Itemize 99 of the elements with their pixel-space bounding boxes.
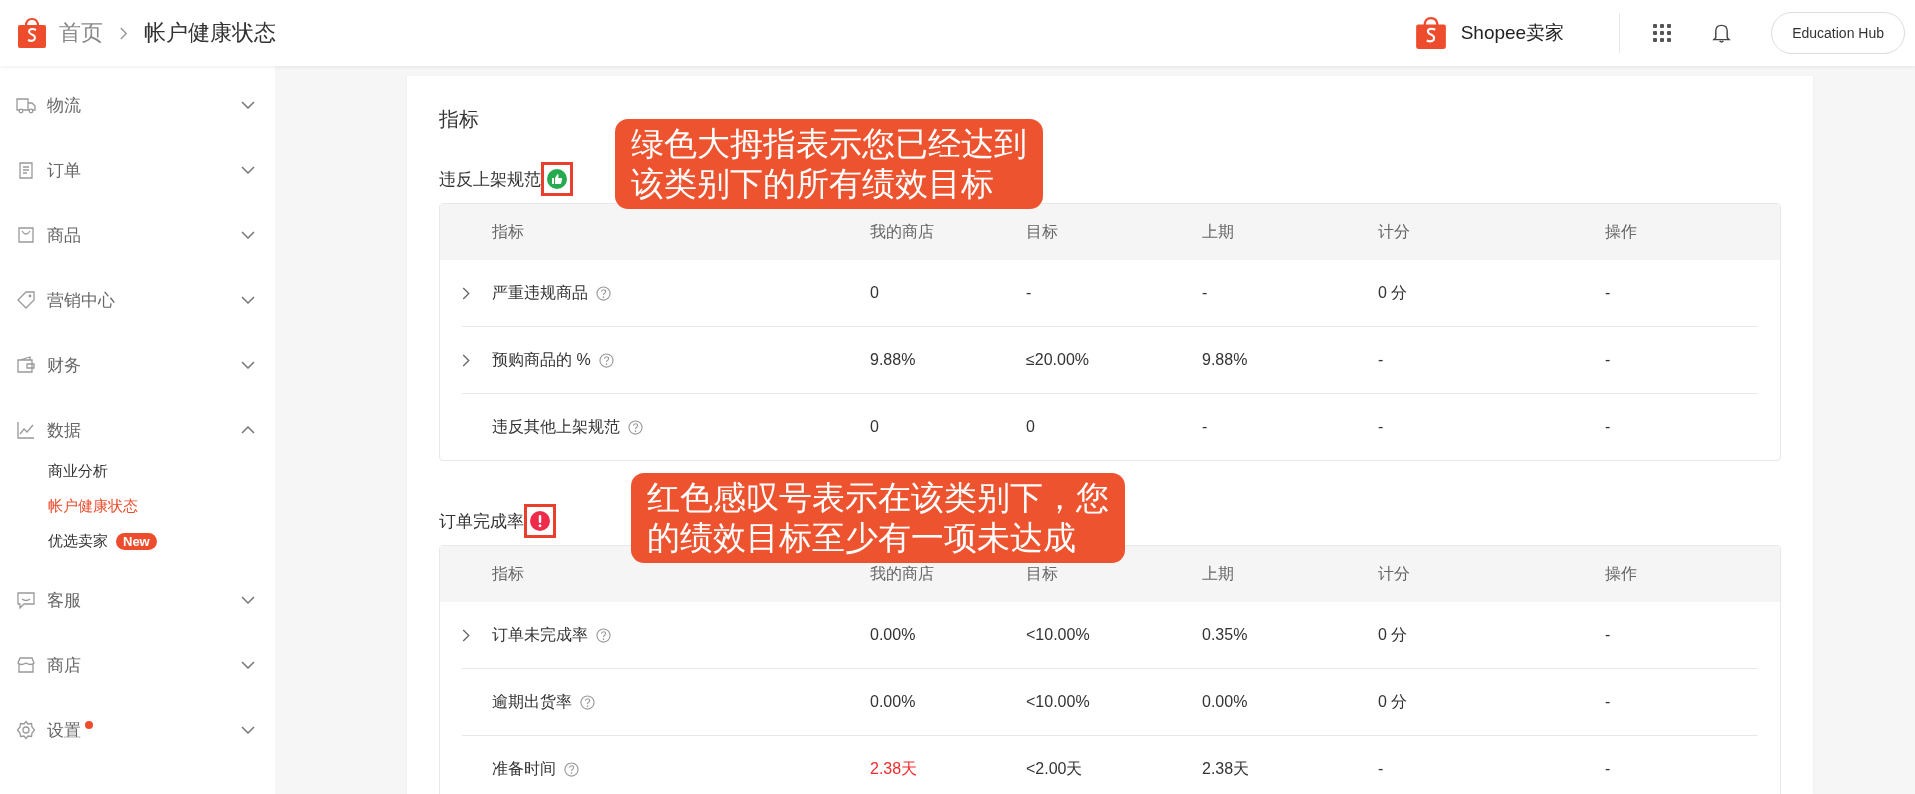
help-icon[interactable]: [596, 285, 611, 301]
table-cell-text: 0: [1026, 418, 1036, 436]
table-cell-text: -: [1202, 418, 1209, 436]
column-header: 上期: [1202, 221, 1235, 242]
table-cell-text: -: [1378, 760, 1385, 778]
sidebar-subitem[interactable]: 优选卖家: [48, 532, 108, 551]
table-cell-text: 订单未完成率: [492, 624, 588, 645]
table-cell-text: ≤20.00%: [1026, 351, 1091, 369]
table-cell-text: -: [1605, 418, 1612, 436]
brand-name: Shopee卖家: [1460, 21, 1565, 45]
table-cell-text: -: [1605, 351, 1612, 369]
sidebar-item[interactable]: 数据: [47, 418, 81, 442]
sidebar-item[interactable]: 财务: [47, 353, 81, 377]
chevron-down-icon[interactable]: [241, 361, 255, 369]
table-cell-text: 2.38天: [1202, 758, 1251, 779]
help-icon[interactable]: [580, 694, 595, 710]
chevron-down-icon[interactable]: [241, 296, 255, 304]
breadcrumb-link[interactable]: 首页: [59, 18, 103, 48]
table-cell-text: 9.88%: [1202, 351, 1249, 369]
table-cell-text: 0.00%: [1202, 693, 1249, 711]
help-icon[interactable]: [628, 419, 643, 435]
sidebar-item[interactable]: 商店: [47, 653, 81, 677]
column-header: 指标: [492, 563, 525, 584]
table-cell-text: <10.00%: [1026, 626, 1091, 644]
annotation-callout: 红色感叹号表示在该类别下，您 的绩效目标至少有一项未达成: [631, 473, 1125, 564]
column-header: 上期: [1202, 563, 1235, 584]
table-cell-text: 准备时间: [492, 758, 556, 779]
table-cell-text: 0.35%: [1202, 626, 1249, 644]
column-header: 计分: [1378, 563, 1411, 584]
chevron-down-icon[interactable]: [241, 231, 255, 239]
education-hub-button[interactable]: Education Hub: [1771, 12, 1905, 54]
table-cell-text: -: [1605, 693, 1612, 711]
sidebar-item[interactable]: 订单: [47, 158, 81, 182]
sidebar-item[interactable]: 营销中心: [47, 288, 115, 312]
table-cell-text: <10.00%: [1026, 693, 1091, 711]
shop-bag-logo-icon: [1414, 16, 1447, 50]
table-cell-text: 9.88%: [870, 351, 917, 369]
chevron-down-icon[interactable]: [241, 726, 255, 734]
tag-icon: [16, 290, 36, 310]
sidebar-item[interactable]: 设置: [47, 718, 81, 742]
column-header: 指标: [492, 221, 525, 242]
line-chart-icon: [16, 420, 36, 440]
table-cell-text: -: [1378, 418, 1385, 436]
column-header: 目标: [1026, 563, 1059, 584]
chat-icon: [16, 590, 36, 610]
chevron-up-icon[interactable]: [241, 426, 255, 434]
bag-icon: [16, 225, 36, 245]
card-title: 指标: [439, 107, 479, 132]
sidebar-subitem[interactable]: 帐户健康状态: [48, 497, 138, 516]
table-cell-text: 0.00%: [870, 693, 917, 711]
clipboard-icon: [16, 160, 36, 180]
table-cell-text: 0: [870, 284, 880, 302]
page-title: 帐户健康状态: [144, 19, 276, 47]
sidebar-item[interactable]: 客服: [47, 588, 81, 612]
chevron-right-icon: [119, 25, 128, 41]
sidebar-item[interactable]: 商品: [47, 223, 81, 247]
table-cell-text: <2.00天: [1026, 758, 1084, 779]
section-title: 违反上架规范: [439, 168, 541, 191]
table-cell-text: 严重违规商品: [492, 282, 588, 303]
column-header: 目标: [1026, 221, 1059, 242]
table-cell-text: 预购商品的 %: [492, 349, 591, 370]
table-cell-text: 0 分: [1378, 282, 1409, 303]
help-icon[interactable]: [596, 627, 611, 643]
table-cell-text: 逾期出货率: [492, 691, 572, 712]
wallet-icon: [16, 355, 36, 375]
table-cell-text: -: [1605, 760, 1612, 778]
table-cell-text: 违反其他上架规范: [492, 416, 620, 437]
table-cell-text: 0.00%: [870, 626, 917, 644]
table-cell-text: -: [1605, 626, 1612, 644]
column-header: 操作: [1605, 221, 1638, 242]
sidebar-subitem[interactable]: 商业分析: [48, 462, 108, 481]
table-cell-text: -: [1026, 284, 1033, 302]
column-header: 操作: [1605, 563, 1638, 584]
sidebar-item[interactable]: 物流: [47, 93, 81, 117]
table-cell-text: 0: [870, 418, 880, 436]
gear-icon: [16, 720, 36, 740]
table-cell-text: -: [1605, 284, 1612, 302]
truck-icon: [16, 95, 36, 115]
bell-icon[interactable]: [1712, 22, 1732, 44]
chevron-down-icon[interactable]: [241, 101, 255, 109]
column-header: 计分: [1378, 221, 1411, 242]
apps-grid-icon[interactable]: [1652, 23, 1673, 43]
table-cell-text: -: [1378, 351, 1385, 369]
store-icon: [16, 655, 36, 675]
shop-bag-logo-icon[interactable]: [17, 17, 47, 49]
chevron-down-icon[interactable]: [241, 166, 255, 174]
help-icon[interactable]: [564, 761, 579, 777]
column-header: 我的商店: [870, 221, 935, 242]
section-title: 订单完成率: [439, 510, 524, 533]
table-cell-text: 0 分: [1378, 691, 1409, 712]
table-cell-text: 0 分: [1378, 624, 1409, 645]
table-cell-text: 2.38天: [870, 758, 919, 779]
chevron-down-icon[interactable]: [241, 596, 255, 604]
table-cell-text: -: [1202, 284, 1209, 302]
annotation-callout: 绿色大拇指表示您已经达到 该类别下的所有绩效目标: [615, 119, 1043, 210]
help-icon[interactable]: [598, 352, 614, 368]
column-header: 我的商店: [870, 563, 935, 584]
chevron-down-icon[interactable]: [241, 661, 255, 669]
new-badge: New: [116, 533, 157, 550]
